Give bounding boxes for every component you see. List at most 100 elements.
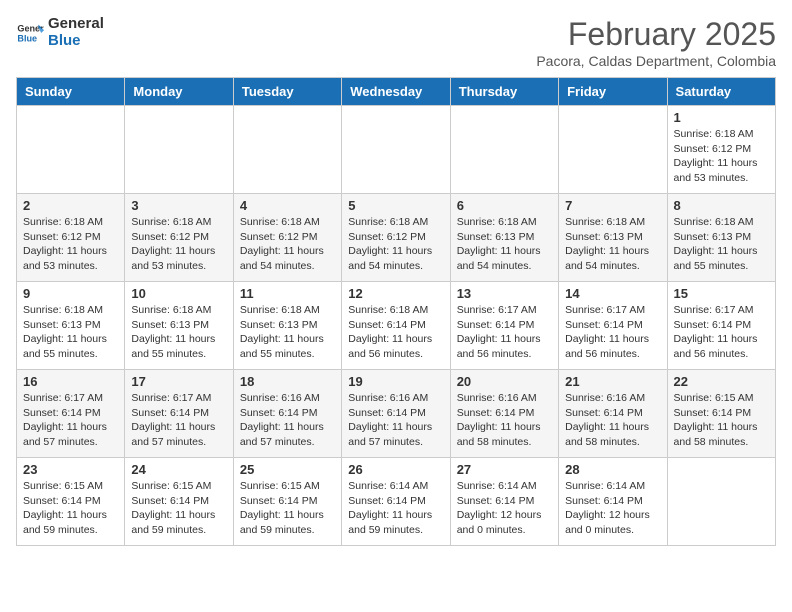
calendar-cell	[667, 458, 775, 546]
calendar-cell: 22 Sunrise: 6:15 AM Sunset: 6:14 PM Dayli…	[667, 370, 775, 458]
calendar-header-sunday: Sunday	[17, 78, 125, 106]
day-number: 15	[674, 286, 769, 301]
calendar-cell: 2Sunrise: 6:18 AM Sunset: 6:12 PM Daylig…	[17, 194, 125, 282]
day-number: 17	[131, 374, 226, 389]
calendar-cell: 18 Sunrise: 6:16 AM Sunset: 6:14 PM Dayli…	[233, 370, 341, 458]
day-number: 22	[674, 374, 769, 389]
calendar-cell: 24 Sunrise: 6:15 AM Sunset: 6:14 PM Dayli…	[125, 458, 233, 546]
calendar-cell	[17, 106, 125, 194]
calendar-header-friday: Friday	[559, 78, 667, 106]
day-info: Sunrise: 6:15 AM Sunset: 6:14 PM Dayligh…	[131, 479, 226, 538]
calendar-cell: 28 Sunrise: 6:14 AM Sunset: 6:14 PM Dayli…	[559, 458, 667, 546]
day-info: Sunrise: 6:14 AM Sunset: 6:14 PM Dayligh…	[565, 479, 660, 538]
day-info: Sunrise: 6:17 AM Sunset: 6:14 PM Dayligh…	[131, 391, 226, 450]
logo-text-blue: Blue	[48, 33, 104, 50]
calendar-cell: 16 Sunrise: 6:17 AM Sunset: 6:14 PM Dayli…	[17, 370, 125, 458]
day-number: 18	[240, 374, 335, 389]
day-number: 11	[240, 286, 335, 301]
calendar-header-monday: Monday	[125, 78, 233, 106]
day-number: 1	[674, 110, 769, 125]
calendar-cell: 8Sunrise: 6:18 AM Sunset: 6:13 PM Daylig…	[667, 194, 775, 282]
day-number: 7	[565, 198, 660, 213]
calendar-cell	[559, 106, 667, 194]
day-info: Sunrise: 6:18 AM Sunset: 6:12 PM Dayligh…	[348, 215, 443, 274]
calendar-cell: 11Sunrise: 6:18 AM Sunset: 6:13 PM Dayli…	[233, 282, 341, 370]
calendar-cell: 3 Sunrise: 6:18 AM Sunset: 6:12 PM Daylig…	[125, 194, 233, 282]
day-info: Sunrise: 6:15 AM Sunset: 6:14 PM Dayligh…	[674, 391, 769, 450]
day-info: Sunrise: 6:16 AM Sunset: 6:14 PM Dayligh…	[240, 391, 335, 450]
day-number: 6	[457, 198, 552, 213]
day-info: Sunrise: 6:16 AM Sunset: 6:14 PM Dayligh…	[457, 391, 552, 450]
calendar-week-row: 2 Sunrise: 6:18 AM Sunset: 6:12 PM Daylig…	[17, 194, 776, 282]
day-info: Sunrise: 6:14 AM Sunset: 6:14 PM Dayligh…	[457, 479, 552, 538]
day-info: Sunrise: 6:18 AM Sunset: 6:13 PM Dayligh…	[457, 215, 552, 274]
day-number: 2	[23, 198, 118, 213]
calendar-cell: 12 Sunrise: 6:18 AM Sunset: 6:14 PM Dayli…	[342, 282, 450, 370]
location: Pacora, Caldas Department, Colombia	[536, 53, 776, 69]
day-info: Sunrise: 6:18 AM Sunset: 6:13 PM Dayligh…	[131, 303, 226, 362]
day-number: 20	[457, 374, 552, 389]
day-number: 23	[23, 462, 118, 477]
calendar-cell: 13 Sunrise: 6:17 AM Sunset: 6:14 PM Dayli…	[450, 282, 558, 370]
day-info: Sunrise: 6:18 AM Sunset: 6:13 PM Dayligh…	[674, 215, 769, 274]
logo-icon: General Blue	[16, 19, 44, 47]
day-info: Sunrise: 6:17 AM Sunset: 6:14 PM Dayligh…	[565, 303, 660, 362]
title-block: February 2025 Pacora, Caldas Department,…	[536, 16, 776, 69]
logo-text-general: General	[48, 16, 104, 33]
day-info: Sunrise: 6:16 AM Sunset: 6:14 PM Dayligh…	[565, 391, 660, 450]
day-number: 5	[348, 198, 443, 213]
day-number: 9	[23, 286, 118, 301]
day-info: Sunrise: 6:18 AM Sunset: 6:13 PM Dayligh…	[565, 215, 660, 274]
day-info: Sunrise: 6:18 AM Sunset: 6:13 PM Dayligh…	[23, 303, 118, 362]
calendar-cell	[125, 106, 233, 194]
day-number: 13	[457, 286, 552, 301]
day-number: 4	[240, 198, 335, 213]
calendar-cell: 17 Sunrise: 6:17 AM Sunset: 6:14 PM Dayli…	[125, 370, 233, 458]
day-number: 28	[565, 462, 660, 477]
day-number: 21	[565, 374, 660, 389]
calendar-week-row: 1 Sunrise: 6:18 AM Sunset: 6:12 PM Daylig…	[17, 106, 776, 194]
calendar-table: SundayMondayTuesdayWednesdayThursdayFrid…	[16, 77, 776, 546]
day-info: Sunrise: 6:15 AM Sunset: 6:14 PM Dayligh…	[23, 479, 118, 538]
calendar-header-wednesday: Wednesday	[342, 78, 450, 106]
day-info: Sunrise: 6:18 AM Sunset: 6:12 PM Dayligh…	[131, 215, 226, 274]
calendar-header-saturday: Saturday	[667, 78, 775, 106]
day-info: Sunrise: 6:17 AM Sunset: 6:14 PM Dayligh…	[457, 303, 552, 362]
day-number: 25	[240, 462, 335, 477]
day-info: Sunrise: 6:18 AM Sunset: 6:12 PM Dayligh…	[674, 127, 769, 186]
day-number: 16	[23, 374, 118, 389]
day-info: Sunrise: 6:17 AM Sunset: 6:14 PM Dayligh…	[674, 303, 769, 362]
calendar-cell	[450, 106, 558, 194]
page-header: General Blue General Blue February 2025 …	[16, 16, 776, 69]
day-number: 3	[131, 198, 226, 213]
day-number: 27	[457, 462, 552, 477]
calendar-week-row: 23 Sunrise: 6:15 AM Sunset: 6:14 PM Dayli…	[17, 458, 776, 546]
day-info: Sunrise: 6:17 AM Sunset: 6:14 PM Dayligh…	[23, 391, 118, 450]
day-number: 24	[131, 462, 226, 477]
calendar-cell: 4 Sunrise: 6:18 AM Sunset: 6:12 PM Daylig…	[233, 194, 341, 282]
calendar-cell	[233, 106, 341, 194]
calendar-cell: 25 Sunrise: 6:15 AM Sunset: 6:14 PM Dayli…	[233, 458, 341, 546]
day-number: 19	[348, 374, 443, 389]
calendar-header-row: SundayMondayTuesdayWednesdayThursdayFrid…	[17, 78, 776, 106]
calendar-week-row: 9 Sunrise: 6:18 AM Sunset: 6:13 PM Daylig…	[17, 282, 776, 370]
calendar-cell	[342, 106, 450, 194]
logo: General Blue General Blue	[16, 16, 104, 49]
calendar-header-thursday: Thursday	[450, 78, 558, 106]
calendar-cell: 15 Sunrise: 6:17 AM Sunset: 6:14 PM Dayli…	[667, 282, 775, 370]
day-info: Sunrise: 6:14 AM Sunset: 6:14 PM Dayligh…	[348, 479, 443, 538]
day-info: Sunrise: 6:18 AM Sunset: 6:12 PM Dayligh…	[240, 215, 335, 274]
day-number: 12	[348, 286, 443, 301]
calendar-cell: 5 Sunrise: 6:18 AM Sunset: 6:12 PM Daylig…	[342, 194, 450, 282]
calendar-week-row: 16 Sunrise: 6:17 AM Sunset: 6:14 PM Dayli…	[17, 370, 776, 458]
day-number: 10	[131, 286, 226, 301]
day-info: Sunrise: 6:18 AM Sunset: 6:14 PM Dayligh…	[348, 303, 443, 362]
calendar-cell: 7 Sunrise: 6:18 AM Sunset: 6:13 PM Daylig…	[559, 194, 667, 282]
calendar-cell: 20 Sunrise: 6:16 AM Sunset: 6:14 PM Dayli…	[450, 370, 558, 458]
calendar-header-tuesday: Tuesday	[233, 78, 341, 106]
calendar-cell: 1 Sunrise: 6:18 AM Sunset: 6:12 PM Daylig…	[667, 106, 775, 194]
day-info: Sunrise: 6:16 AM Sunset: 6:14 PM Dayligh…	[348, 391, 443, 450]
month-year: February 2025	[536, 16, 776, 53]
day-info: Sunrise: 6:15 AM Sunset: 6:14 PM Dayligh…	[240, 479, 335, 538]
calendar-cell: 6 Sunrise: 6:18 AM Sunset: 6:13 PM Daylig…	[450, 194, 558, 282]
